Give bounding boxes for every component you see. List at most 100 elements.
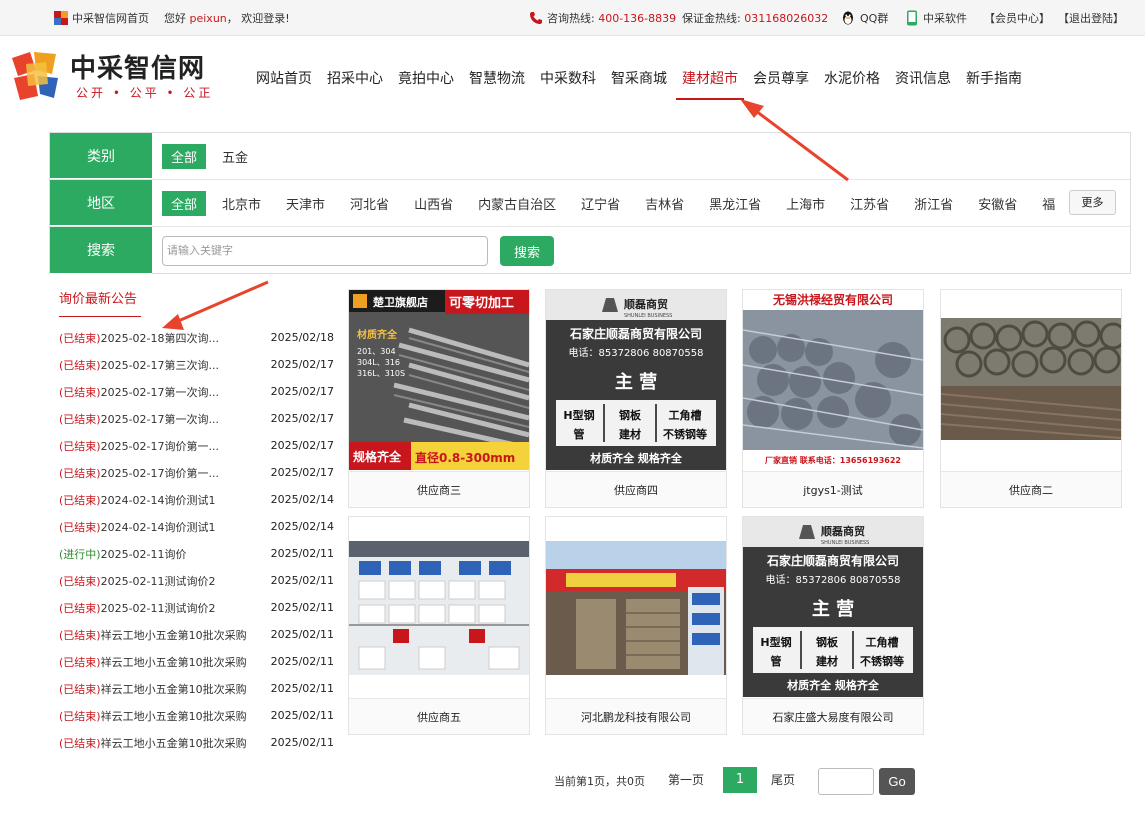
- region-option[interactable]: 安徽省: [978, 194, 1017, 213]
- ad-product: 管: [771, 654, 782, 668]
- notice-link[interactable]: (已结束)祥云工地小五金第10批次采购: [59, 681, 247, 697]
- go-button[interactable]: Go: [879, 768, 915, 795]
- region-option[interactable]: 河北省: [350, 194, 389, 213]
- ad-spec: 201、304: [357, 347, 396, 356]
- software-link[interactable]: 中采软件: [905, 10, 967, 26]
- notice-item[interactable]: (进行中)2025-02-11询价 2025/02/11: [59, 540, 334, 567]
- notice-item[interactable]: (已结束)2024-02-14询价测试1 2025/02/14: [59, 513, 334, 540]
- notice-link[interactable]: (已结束)2025-02-18第四次询...: [59, 330, 219, 346]
- notice-link[interactable]: (已结束)2025-02-17第一次询...: [59, 384, 219, 400]
- region-option[interactable]: 江苏省: [850, 194, 889, 213]
- supplier-card[interactable]: 顺磊商贸 SHUNLEI BUSINESS 石家庄顺磊商贸有限公司 电话：853…: [545, 289, 727, 508]
- nav-item-logistics[interactable]: 智慧物流: [463, 66, 531, 100]
- shunlei-trade-ad-image[interactable]: 顺磊商贸 SHUNLEI BUSINESS 石家庄顺磊商贸有限公司 电话：853…: [546, 290, 726, 470]
- supplier-name[interactable]: 供应商二: [941, 471, 1121, 507]
- nav-item-procurement[interactable]: 招采中心: [321, 66, 389, 100]
- notice-item[interactable]: (已结束)祥云工地小五金第10批次采购 2025/02/11: [59, 729, 334, 756]
- region-option[interactable]: 福: [1042, 194, 1055, 213]
- notice-item[interactable]: (已结束)2025-02-17询价第一... 2025/02/17: [59, 459, 334, 486]
- notice-item[interactable]: (已结束)祥云工地小五金第10批次采购 2025/02/11: [59, 675, 334, 702]
- region-option[interactable]: 上海市: [786, 194, 825, 213]
- nav-item-home[interactable]: 网站首页: [250, 66, 318, 100]
- supplier-card[interactable]: 顺磊商贸 SHUNLEI BUSINESS 石家庄顺磊商贸有限公司 电话：853…: [742, 516, 924, 735]
- supplier-card[interactable]: 供应商五: [348, 516, 530, 735]
- region-option[interactable]: 辽宁省: [581, 194, 620, 213]
- notice-item[interactable]: (已结束)2025-02-18第四次询... 2025/02/18: [59, 324, 334, 351]
- nav-item-news[interactable]: 资讯信息: [889, 66, 957, 100]
- notice-item[interactable]: (已结束)2025-02-17第三次询... 2025/02/17: [59, 351, 334, 378]
- storefront-photo[interactable]: [546, 517, 726, 697]
- hardware-store-photo[interactable]: [349, 517, 529, 697]
- nav-item-auction[interactable]: 竟拍中心: [392, 66, 460, 100]
- username[interactable]: peixun: [190, 12, 227, 25]
- region-option[interactable]: 北京市: [222, 194, 261, 213]
- notice-link[interactable]: (已结束)2025-02-17第三次询...: [59, 357, 219, 373]
- supplier-name[interactable]: 供应商三: [349, 471, 529, 507]
- notice-date: 2025/02/11: [270, 628, 334, 641]
- supplier-name[interactable]: 供应商五: [349, 698, 529, 734]
- shunlei-trade-ad-image[interactable]: 顺磊商贸 SHUNLEI BUSINESS 石家庄顺磊商贸有限公司 电话：853…: [743, 517, 923, 697]
- region-option[interactable]: 黑龙江省: [709, 194, 761, 213]
- qq-group-link[interactable]: QQ群: [840, 10, 888, 26]
- notice-link[interactable]: (已结束)祥云工地小五金第10批次采购: [59, 708, 247, 724]
- notice-item[interactable]: (已结束)2025-02-17询价第一... 2025/02/17: [59, 432, 334, 459]
- region-option-all[interactable]: 全部: [162, 190, 207, 216]
- notice-link[interactable]: (已结束)2024-02-14询价测试1: [59, 519, 216, 535]
- region-option[interactable]: 吉林省: [645, 194, 684, 213]
- nav-item-mall[interactable]: 智采商城: [605, 66, 673, 100]
- notice-item[interactable]: (已结束)祥云工地小五金第10批次采购 2025/02/11: [59, 621, 334, 648]
- supplier-card[interactable]: 河北鹏龙科技有限公司: [545, 516, 727, 735]
- supplier-card[interactable]: 楚卫旗舰店 可零切加工 材质齐全 201、304 304L、316 316L、3…: [348, 289, 530, 508]
- supplier-name[interactable]: jtgys1-测试: [743, 471, 923, 507]
- steel-pipes-ad-image[interactable]: 楚卫旗舰店 可零切加工 材质齐全 201、304 304L、316 316L、3…: [349, 290, 529, 470]
- rebar-bundles-ad-image[interactable]: 无锡洪禄经贸有限公司 厂家直销 联系电话：13656193622: [743, 290, 923, 470]
- notice-link[interactable]: (已结束)2025-02-11测试询价2: [59, 573, 216, 589]
- notice-link[interactable]: (已结束)2025-02-17第一次询...: [59, 411, 219, 427]
- notice-status: (进行中): [59, 547, 101, 561]
- logout-link[interactable]: 【退出登陆】: [1058, 10, 1124, 26]
- notice-link[interactable]: (已结束)祥云工地小五金第10批次采购: [59, 654, 247, 670]
- notice-item[interactable]: (已结束)2025-02-17第一次询... 2025/02/17: [59, 378, 334, 405]
- search-input[interactable]: [162, 236, 488, 266]
- notice-item[interactable]: (已结束)2025-02-11测试询价2 2025/02/11: [59, 567, 334, 594]
- search-button[interactable]: 搜索: [500, 236, 554, 266]
- region-option[interactable]: 天津市: [286, 194, 325, 213]
- nav-item-building-materials[interactable]: 建材超市: [676, 66, 744, 100]
- notice-link[interactable]: (已结束)2025-02-17询价第一...: [59, 465, 219, 481]
- notice-link[interactable]: (已结束)2025-02-17询价第一...: [59, 438, 219, 454]
- nav-item-cement-price[interactable]: 水泥价格: [818, 66, 886, 100]
- category-option-hardware[interactable]: 五金: [222, 147, 248, 166]
- supplier-card[interactable]: 无锡洪禄经贸有限公司 厂家直销 联系电话：13656193622 jtgys1-…: [742, 289, 924, 508]
- rebar-coils-photo[interactable]: [941, 290, 1121, 470]
- notice-link[interactable]: (已结束)祥云工地小五金第10批次采购: [59, 627, 247, 643]
- member-center-link[interactable]: 【会员中心】: [984, 10, 1050, 26]
- home-link[interactable]: 中采智信网首页: [54, 10, 149, 26]
- region-option[interactable]: 浙江省: [914, 194, 953, 213]
- notice-item[interactable]: (已结束)2024-02-14询价测试1 2025/02/14: [59, 486, 334, 513]
- site-logo[interactable]: 中采智信网 公开 • 公平 • 公正: [8, 48, 238, 104]
- notice-link[interactable]: (已结束)2024-02-14询价测试1: [59, 492, 216, 508]
- nav-item-digital-tech[interactable]: 中采数科: [534, 66, 602, 100]
- notice-item[interactable]: (已结束)2025-02-11测试询价2 2025/02/11: [59, 594, 334, 621]
- notice-link[interactable]: (已结束)祥云工地小五金第10批次采购: [59, 735, 247, 751]
- more-regions-button[interactable]: 更多: [1069, 190, 1116, 215]
- notice-item[interactable]: (已结束)2025-02-17第一次询... 2025/02/17: [59, 405, 334, 432]
- region-option[interactable]: 内蒙古自治区: [478, 194, 556, 213]
- region-option[interactable]: 山西省: [414, 194, 453, 213]
- first-page-link[interactable]: 第一页: [668, 771, 704, 801]
- supplier-card[interactable]: 供应商二: [940, 289, 1122, 508]
- category-option-all[interactable]: 全部: [162, 143, 207, 169]
- notice-link[interactable]: (已结束)2025-02-11测试询价2: [59, 600, 216, 616]
- notice-link[interactable]: (进行中)2025-02-11询价: [59, 546, 187, 562]
- supplier-name[interactable]: 河北鹏龙科技有限公司: [546, 698, 726, 734]
- supplier-name[interactable]: 供应商四: [546, 471, 726, 507]
- last-page-link[interactable]: 尾页: [771, 771, 795, 801]
- notice-item[interactable]: (已结束)祥云工地小五金第10批次采购 2025/02/11: [59, 702, 334, 729]
- supplier-name[interactable]: 石家庄盛大易度有限公司: [743, 698, 923, 734]
- ad-banner: 可零切加工: [449, 296, 514, 311]
- current-page-button[interactable]: 1: [723, 767, 757, 793]
- nav-item-member[interactable]: 会员尊享: [747, 66, 815, 100]
- nav-item-guide[interactable]: 新手指南: [960, 66, 1028, 100]
- page-jump-input[interactable]: [818, 768, 874, 795]
- notice-item[interactable]: (已结束)祥云工地小五金第10批次采购 2025/02/11: [59, 648, 334, 675]
